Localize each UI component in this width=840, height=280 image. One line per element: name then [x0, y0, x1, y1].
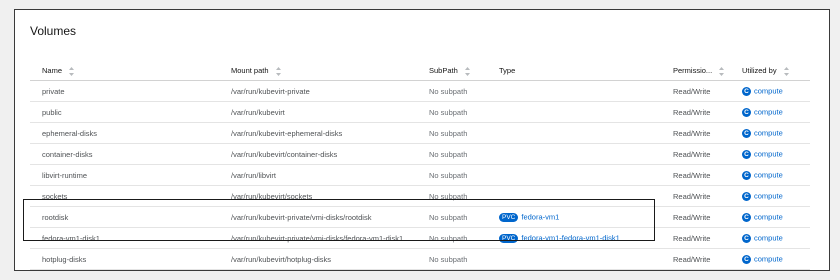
container-link[interactable]: compute	[754, 129, 783, 138]
container-link[interactable]: compute	[754, 255, 783, 264]
volume-name: ephemeral-disks	[42, 129, 98, 138]
subpath: No subpath	[429, 255, 468, 264]
volume-name: hotplug-disks	[42, 255, 87, 264]
container-icon: C	[742, 254, 751, 264]
mount-path: /var/run/libvirt	[231, 171, 277, 180]
container-link[interactable]: compute	[754, 213, 783, 222]
mount-path: /var/run/kubevirt	[231, 108, 285, 117]
table-row: public /var/run/kubevirt No subpath Read…	[30, 102, 810, 123]
subpath: No subpath	[429, 213, 468, 222]
container-icon: C	[742, 191, 751, 201]
utilized-by: Ccompute	[742, 233, 783, 243]
container-icon: C	[742, 170, 751, 180]
column-header-permissions[interactable]: Permissio...	[673, 66, 725, 76]
permissions: Read/Write	[673, 255, 711, 264]
permissions: Read/Write	[673, 87, 711, 96]
mount-path: /var/run/kubevirt/hotplug-disks	[231, 255, 332, 264]
container-link[interactable]: compute	[754, 150, 783, 159]
volumes-table-body: private /var/run/kubevirt-private No sub…	[30, 81, 810, 270]
utilized-by: Ccompute	[742, 170, 783, 180]
utilized-by: Ccompute	[742, 86, 783, 96]
container-link[interactable]: compute	[754, 108, 783, 117]
subpath: No subpath	[429, 129, 468, 138]
column-label: Permissio...	[673, 66, 713, 75]
volume-name: public	[42, 108, 62, 117]
container-icon: C	[742, 233, 751, 243]
utilized-by: Ccompute	[742, 191, 783, 201]
pvc-badge: PVC	[499, 233, 519, 243]
container-link[interactable]: compute	[754, 192, 783, 201]
volume-name: fedora-vm1-disk1	[42, 234, 100, 243]
volumes-panel: Volumes Name Mount path SubPath Type Per…	[14, 9, 830, 271]
container-link[interactable]: compute	[754, 234, 783, 243]
table-row: rootdisk /var/run/kubevirt-private/vmi-d…	[30, 207, 810, 228]
permissions: Read/Write	[673, 171, 711, 180]
table-header: Name Mount path SubPath Type Permissio..…	[30, 61, 810, 81]
volume-name: libvirt-runtime	[42, 171, 88, 180]
column-label: Name	[42, 66, 63, 75]
column-header-mount-path[interactable]: Mount path	[231, 66, 282, 76]
subpath: No subpath	[429, 171, 468, 180]
utilized-by: Ccompute	[742, 107, 783, 117]
utilized-by: Ccompute	[742, 128, 783, 138]
column-label: Mount path	[231, 66, 269, 75]
mount-path: /var/run/kubevirt-private	[231, 87, 310, 96]
pvc-link[interactable]: fedora-vm1-fedora-vm1-disk1	[521, 234, 619, 243]
container-icon: C	[742, 86, 751, 96]
column-label: Utilized by	[742, 66, 777, 75]
column-label: Type	[499, 66, 516, 75]
subpath: No subpath	[429, 234, 468, 243]
permissions: Read/Write	[673, 129, 711, 138]
permissions: Read/Write	[673, 150, 711, 159]
subpath: No subpath	[429, 192, 468, 201]
utilized-by: Ccompute	[742, 254, 783, 264]
column-header-utilized-by[interactable]: Utilized by	[742, 66, 790, 76]
column-header-type: Type	[499, 66, 515, 75]
sort-icon	[783, 66, 790, 76]
pvc-link[interactable]: fedora-vm1	[521, 213, 559, 222]
sort-icon	[69, 66, 75, 76]
subpath: No subpath	[429, 150, 468, 159]
container-icon: C	[742, 128, 751, 138]
column-header-subpath[interactable]: SubPath	[429, 66, 471, 76]
container-link[interactable]: compute	[754, 87, 783, 96]
mount-path: /var/run/kubevirt/sockets	[231, 192, 313, 201]
mount-path: /var/run/kubevirt-private/vmi-disks/fedo…	[231, 234, 404, 243]
permissions: Read/Write	[673, 213, 711, 222]
column-label: SubPath	[429, 66, 458, 75]
container-icon: C	[742, 107, 751, 117]
container-icon: C	[742, 212, 751, 222]
table-row: sockets /var/run/kubevirt/sockets No sub…	[30, 186, 810, 207]
utilized-by: Ccompute	[742, 212, 783, 222]
volume-name: rootdisk	[42, 213, 69, 222]
subpath: No subpath	[429, 87, 468, 96]
volume-type: PVC fedora-vm1-fedora-vm1-disk1	[499, 233, 620, 243]
permissions: Read/Write	[673, 192, 711, 201]
container-icon: C	[742, 149, 751, 159]
utilized-by: Ccompute	[742, 149, 783, 159]
volume-name: sockets	[42, 192, 68, 201]
column-header-name[interactable]: Name	[42, 66, 75, 76]
table-row: fedora-vm1-disk1 /var/run/kubevirt-priva…	[30, 228, 810, 249]
volume-name: container-disks	[42, 150, 93, 159]
table-row: hotplug-disks /var/run/kubevirt/hotplug-…	[30, 249, 810, 270]
permissions: Read/Write	[673, 234, 711, 243]
mount-path: /var/run/kubevirt/container-disks	[231, 150, 338, 159]
sort-icon	[275, 66, 282, 76]
table-row: container-disks /var/run/kubevirt/contai…	[30, 144, 810, 165]
subpath: No subpath	[429, 108, 468, 117]
table-row: private /var/run/kubevirt-private No sub…	[30, 81, 810, 102]
volume-name: private	[42, 87, 65, 96]
page-title: Volumes	[30, 24, 77, 38]
sort-icon	[719, 66, 725, 76]
table-row: libvirt-runtime /var/run/libvirt No subp…	[30, 165, 810, 186]
permissions: Read/Write	[673, 108, 711, 117]
container-link[interactable]: compute	[754, 171, 783, 180]
table-row: ephemeral-disks /var/run/kubevirt-epheme…	[30, 123, 810, 144]
mount-path: /var/run/kubevirt-private/vmi-disks/root…	[231, 213, 372, 222]
sort-icon	[464, 66, 471, 76]
volume-type: PVC fedora-vm1	[499, 212, 559, 222]
pvc-badge: PVC	[499, 212, 519, 222]
mount-path: /var/run/kubevirt-ephemeral-disks	[231, 129, 343, 138]
